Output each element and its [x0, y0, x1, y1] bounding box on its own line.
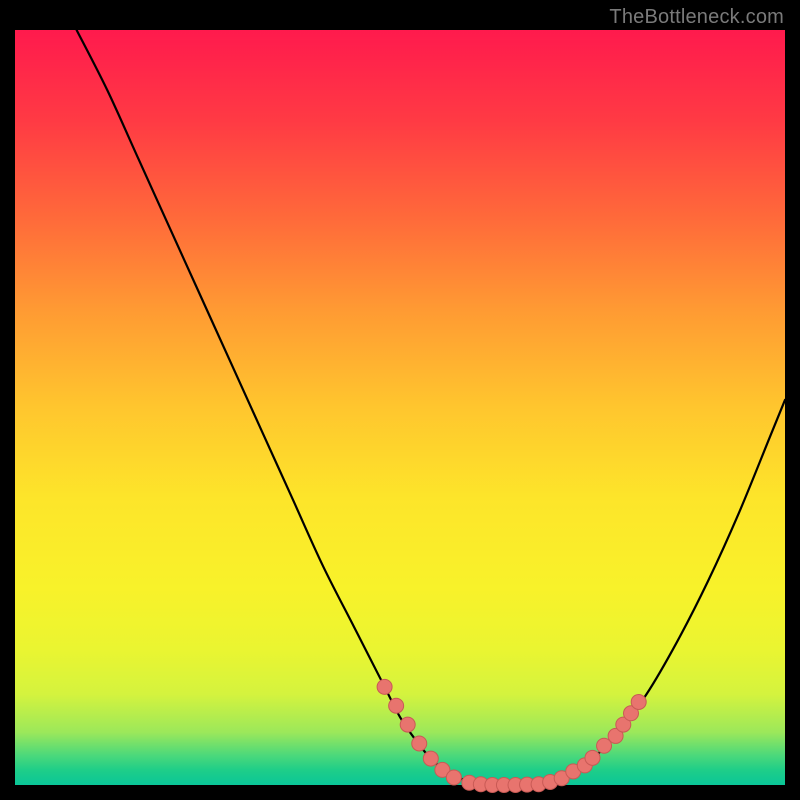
data-marker — [585, 750, 600, 765]
curve-layer — [15, 30, 785, 785]
marker-group — [377, 679, 646, 792]
data-marker — [423, 751, 438, 766]
data-marker — [631, 694, 646, 709]
data-marker — [377, 679, 392, 694]
data-marker — [412, 736, 427, 751]
plot-area — [15, 30, 785, 785]
bottleneck-curve — [77, 30, 785, 785]
watermark-text: TheBottleneck.com — [609, 6, 784, 29]
data-marker — [400, 717, 415, 732]
chart-frame: TheBottleneck.com — [0, 0, 800, 800]
data-marker — [389, 698, 404, 713]
data-marker — [446, 770, 461, 785]
